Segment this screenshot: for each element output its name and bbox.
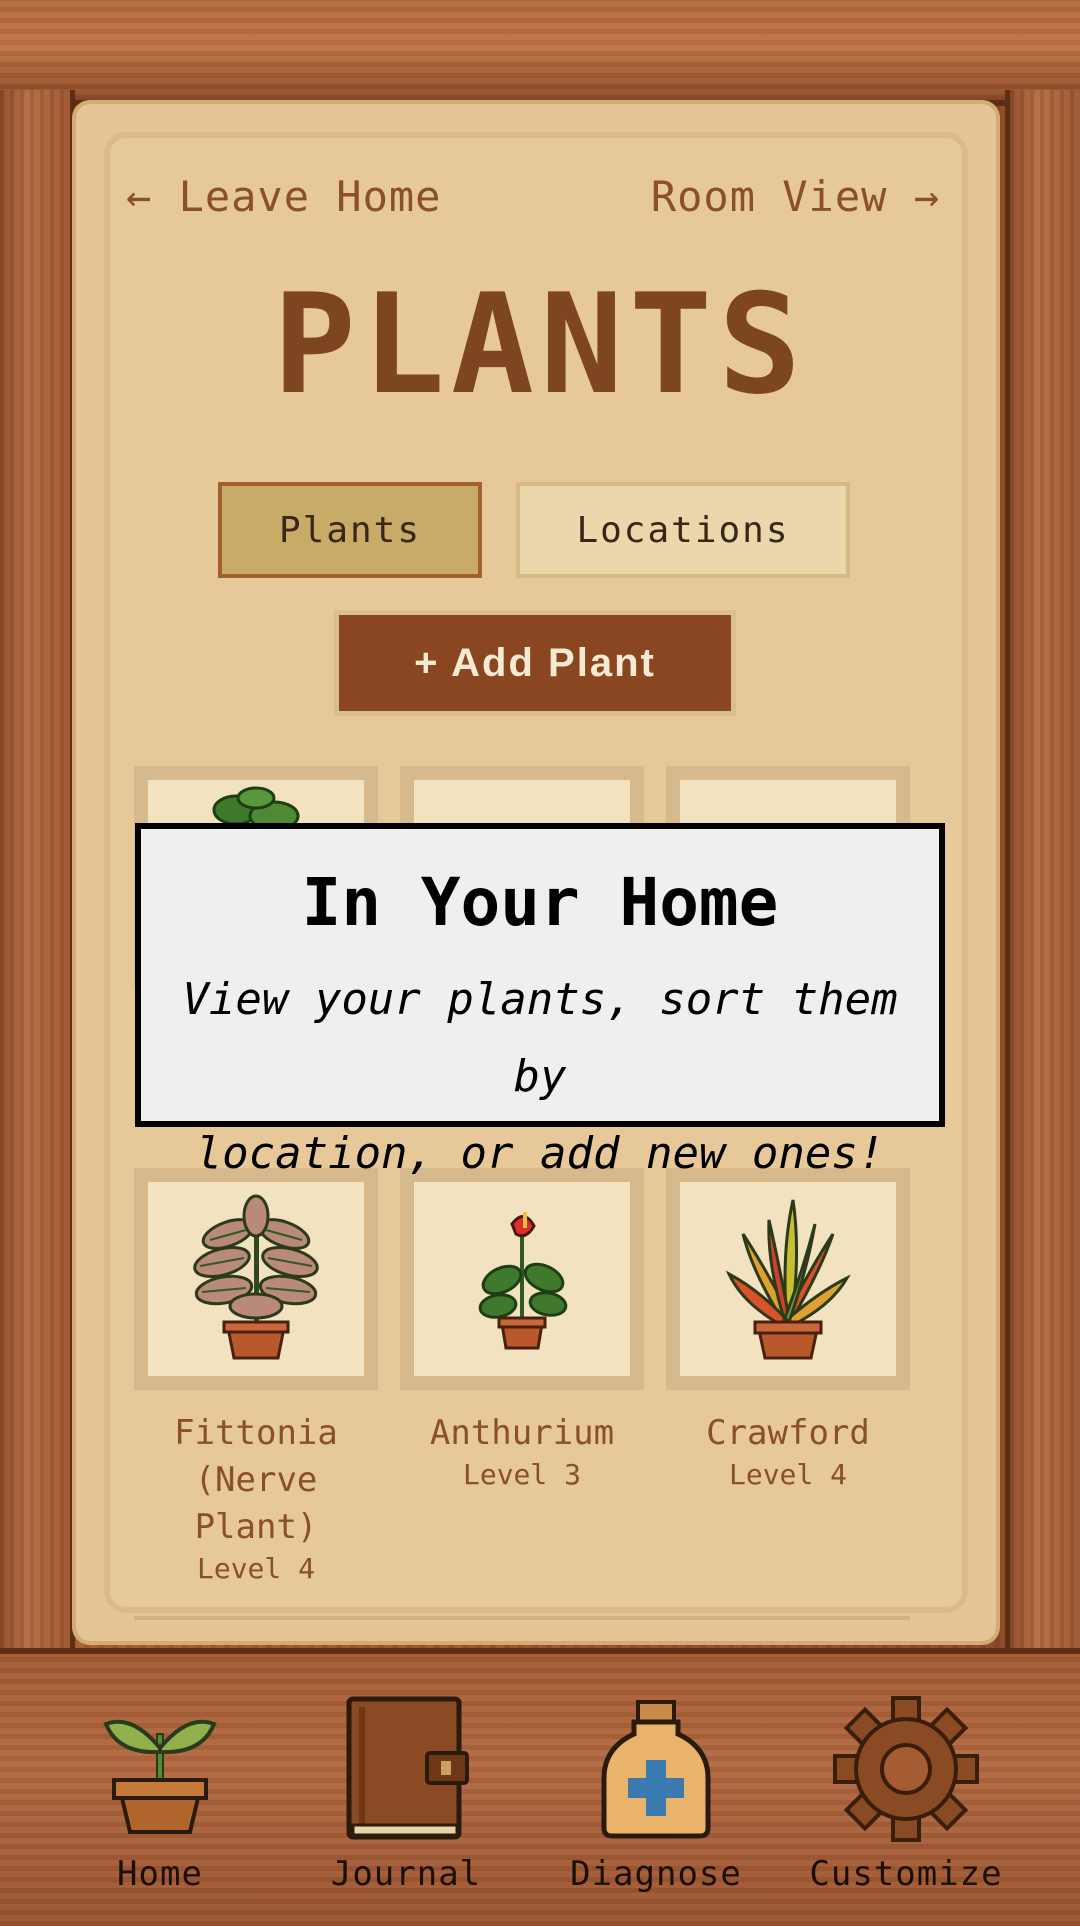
plant-card-image bbox=[680, 1182, 896, 1376]
panel-bottom-divider bbox=[134, 1616, 910, 1620]
plant-name-anthurium: Anthurium bbox=[400, 1410, 644, 1457]
room-view-link[interactable]: Room View → bbox=[651, 172, 940, 221]
sprout-pot-icon bbox=[103, 1719, 217, 1834]
top-wood-beam bbox=[0, 0, 1080, 106]
nav-journal-label: Journal bbox=[330, 1854, 482, 1894]
croton-plant-icon bbox=[725, 1199, 851, 1360]
fittonia-plant-icon bbox=[193, 1194, 319, 1360]
nav-journal-icon-wrap bbox=[286, 1694, 526, 1844]
nav-diagnose-icon-wrap bbox=[536, 1694, 776, 1844]
tab-locations[interactable]: Locations bbox=[516, 482, 850, 578]
nav-diagnose-label: Diagnose bbox=[570, 1854, 742, 1894]
plant-card-fittonia[interactable] bbox=[134, 1168, 378, 1390]
leave-home-link[interactable]: ← Leave Home bbox=[126, 172, 441, 221]
plant-name-line: (Nerve bbox=[194, 1460, 318, 1500]
tutorial-tooltip[interactable]: In Your Home View your plants, sort them… bbox=[135, 823, 945, 1179]
plant-card-crawford[interactable] bbox=[666, 1168, 910, 1390]
tooltip-body-line: location, or add new ones! bbox=[195, 1128, 885, 1179]
plant-name-crawford: Crawford bbox=[666, 1410, 910, 1457]
tooltip-body-line: View your plants, sort them by bbox=[182, 974, 898, 1102]
tab-plants[interactable]: Plants bbox=[218, 482, 482, 578]
medicine-bottle-icon bbox=[601, 1700, 711, 1839]
nav-customize-icon-wrap bbox=[786, 1694, 1026, 1844]
plant-level-fittonia: Level 4 bbox=[196, 1552, 315, 1585]
plant-name-fittonia: Fittonia (Nerve Plant) bbox=[134, 1410, 378, 1551]
plant-name-line: Fittonia bbox=[174, 1413, 338, 1453]
anthurium-plant-icon bbox=[478, 1212, 568, 1350]
tooltip-title: In Your Home bbox=[301, 864, 779, 941]
tooltip-body: View your plants, sort them by location,… bbox=[151, 961, 929, 1192]
nav-home-label: Home bbox=[117, 1854, 203, 1894]
plant-level-crawford: Level 4 bbox=[728, 1458, 847, 1491]
plant-card-anthurium[interactable] bbox=[400, 1168, 644, 1390]
plant-name-line: Plant) bbox=[194, 1507, 318, 1547]
plant-name-line: Crawford bbox=[706, 1413, 870, 1453]
nav-home[interactable]: Home bbox=[40, 1680, 280, 1910]
plant-card-image bbox=[414, 1182, 630, 1376]
nav-customize-label: Customize bbox=[809, 1854, 1003, 1894]
plant-name-line: Anthurium bbox=[429, 1413, 615, 1453]
nav-diagnose[interactable]: Diagnose bbox=[536, 1680, 776, 1910]
journal-book-icon bbox=[346, 1696, 469, 1840]
nav-home-icon-wrap bbox=[40, 1694, 280, 1844]
add-plant-button[interactable]: + Add Plant bbox=[334, 610, 736, 716]
page-title: PLANTS bbox=[272, 264, 808, 425]
plant-level-anthurium: Level 3 bbox=[462, 1458, 581, 1491]
plant-card-image bbox=[148, 1182, 364, 1376]
nav-journal[interactable]: Journal bbox=[286, 1680, 526, 1910]
nav-customize[interactable]: Customize bbox=[786, 1680, 1026, 1910]
gear-icon bbox=[833, 1696, 979, 1842]
